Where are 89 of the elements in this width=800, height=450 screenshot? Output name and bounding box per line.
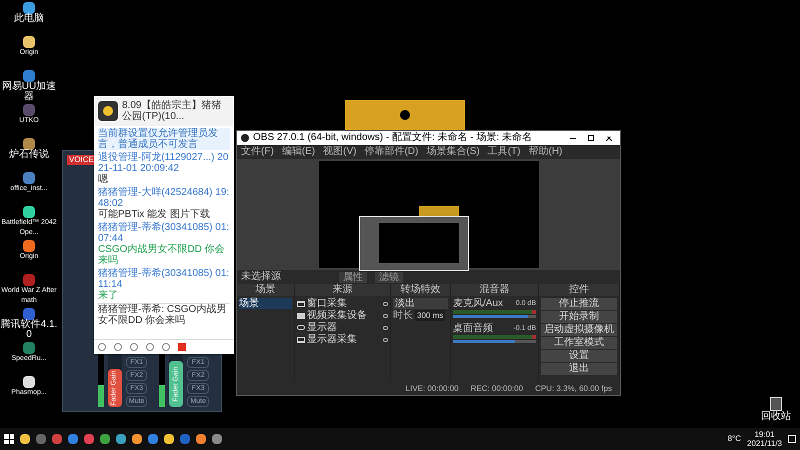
message-text: 嗯 bbox=[98, 174, 109, 185]
source-item[interactable]: 视频采集设备 bbox=[307, 310, 381, 321]
control-button[interactable]: 启动虚拟摄像机 bbox=[541, 324, 617, 336]
source-item[interactable]: 窗口采集 bbox=[307, 298, 381, 309]
app-icon[interactable] bbox=[23, 206, 35, 218]
app-icon[interactable] bbox=[23, 376, 35, 388]
message-text: CSGO内战男女不限DD 你会来吗 bbox=[98, 244, 226, 266]
duration-label: 时长 bbox=[393, 310, 413, 321]
level-meter bbox=[98, 353, 104, 407]
group-notice: 当前群设置仅允许管理员发言，普通成员不可发言 bbox=[98, 128, 230, 150]
level-meter bbox=[159, 353, 166, 407]
maximize-icon[interactable] bbox=[588, 135, 594, 141]
visibility-icon[interactable] bbox=[383, 338, 388, 342]
source-item[interactable]: 显示器采集 bbox=[307, 334, 381, 345]
status-text: REC: 00:00:00 bbox=[470, 384, 524, 394]
dock-title: 来源 bbox=[295, 284, 390, 296]
weather-text: 8°C bbox=[728, 433, 741, 445]
app-icon[interactable] bbox=[23, 138, 35, 150]
obs-logo-icon bbox=[241, 134, 249, 142]
taskbar-app-icon[interactable] bbox=[164, 434, 174, 444]
app-icon[interactable] bbox=[23, 36, 35, 48]
visibility-icon[interactable] bbox=[383, 302, 388, 306]
menu-item[interactable]: 文件(F) bbox=[241, 146, 274, 158]
clock-time: 19:01 bbox=[754, 430, 775, 439]
duration-field[interactable]: 300 ms bbox=[415, 310, 446, 321]
clock-date: 2021/11/3 bbox=[747, 439, 782, 448]
monitor-icon bbox=[297, 336, 305, 342]
taskbar-app-icon[interactable] bbox=[196, 434, 206, 444]
camera-icon bbox=[297, 312, 305, 318]
volume-slider-track[interactable] bbox=[453, 340, 536, 343]
group-avatar-icon bbox=[98, 101, 118, 121]
menu-item[interactable]: 工具(T) bbox=[488, 146, 520, 158]
status-text: LIVE: 00:00:00 bbox=[406, 384, 459, 394]
app-icon[interactable] bbox=[23, 2, 35, 14]
close-icon[interactable] bbox=[606, 135, 612, 141]
taskbar-app-icon[interactable] bbox=[132, 434, 142, 444]
dock-title: 控件 bbox=[539, 284, 619, 296]
dock-title: 转场特效 bbox=[391, 284, 450, 296]
message-sender: 猪猪管理-大咩(42524684) 19:48:02 bbox=[98, 187, 230, 209]
menu-item[interactable]: 视图(V) bbox=[323, 146, 356, 158]
control-button[interactable]: 开始录制 bbox=[541, 311, 617, 323]
notification-icon[interactable] bbox=[788, 435, 796, 443]
eye-icon bbox=[297, 325, 305, 330]
message-sender: 退役管理-阿龙(1129027...) 2021-11-01 20:09:42 bbox=[98, 152, 230, 174]
icon-label: 回收站 bbox=[761, 411, 791, 422]
menu-item[interactable]: 帮助(H) bbox=[528, 146, 562, 158]
transition-select[interactable]: 淡出 bbox=[393, 298, 448, 309]
control-button[interactable]: 设置 bbox=[541, 350, 617, 362]
taskbar-app-icon[interactable] bbox=[100, 434, 110, 444]
control-button[interactable]: 工作室模式 bbox=[541, 337, 617, 349]
message-preview: 猪猪管理-蒂希: CSGO内战男女不限DD 你会来吗 bbox=[98, 303, 230, 326]
source-item[interactable]: 显示器 bbox=[307, 322, 381, 333]
taskbar-app-icon[interactable] bbox=[212, 434, 222, 444]
control-button[interactable]: 退出 bbox=[541, 363, 617, 375]
dock-title: 场景 bbox=[237, 284, 294, 296]
message-text: 来了 bbox=[98, 290, 119, 301]
window-icon bbox=[297, 300, 305, 306]
audio-channel-name: 桌面音频 bbox=[453, 323, 493, 334]
taskbar-app-icon[interactable] bbox=[148, 434, 158, 444]
visibility-icon[interactable] bbox=[383, 314, 388, 318]
dock-title: 混音器 bbox=[451, 284, 538, 296]
visibility-icon[interactable] bbox=[383, 326, 388, 330]
taskbar-app-icon[interactable] bbox=[68, 434, 78, 444]
taskbar-app-icon[interactable] bbox=[116, 434, 126, 444]
mixer-badge: VOICE bbox=[67, 155, 96, 165]
app-icon[interactable] bbox=[23, 240, 35, 252]
message-text: 可能PBTix 能发 图片下载 bbox=[98, 209, 211, 220]
chat-title: 8.09【皓皓宗主】猪猪公园(TP)(10... bbox=[122, 100, 222, 122]
audio-channel-name: 麦克风/Aux bbox=[453, 298, 504, 309]
menu-item[interactable]: 编辑(E) bbox=[282, 146, 316, 158]
status-text: CPU: 3.3%, 60.00 fps bbox=[535, 384, 612, 394]
recycle-bin-icon[interactable] bbox=[770, 397, 782, 411]
control-button[interactable]: 停止推流 bbox=[541, 298, 617, 310]
taskbar-app-icon[interactable] bbox=[84, 434, 94, 444]
source-status: 未选择源 bbox=[241, 271, 282, 283]
scene-item[interactable]: 场景 bbox=[239, 298, 292, 309]
icon-label: 腾讯软件4.1.0 bbox=[0, 320, 58, 340]
message-sender: 猪猪管理-蒂希(30341085) 01:11:14 bbox=[98, 268, 230, 290]
menu-item[interactable]: 场景集合(S) bbox=[426, 146, 480, 158]
icon-label: 此电脑 bbox=[14, 14, 44, 24]
source-bar-button[interactable]: 属性 bbox=[339, 272, 367, 282]
source-bar-button[interactable]: 滤镜 bbox=[375, 272, 403, 282]
menu-item[interactable]: 停靠部件(D) bbox=[364, 146, 418, 158]
icon-label: 网易UU加速器 bbox=[0, 82, 58, 102]
start-icon[interactable] bbox=[4, 434, 14, 444]
window-title: OBS 27.0.1 (64-bit, windows) - 配置文件: 未命名 - 场景: 未命名 bbox=[253, 132, 533, 144]
taskbar-app-icon[interactable] bbox=[20, 434, 30, 444]
message-sender: 猪猪管理-蒂希(30341085) 01:07:44 bbox=[98, 222, 230, 244]
icon-label: 炉石传说 bbox=[9, 150, 49, 160]
